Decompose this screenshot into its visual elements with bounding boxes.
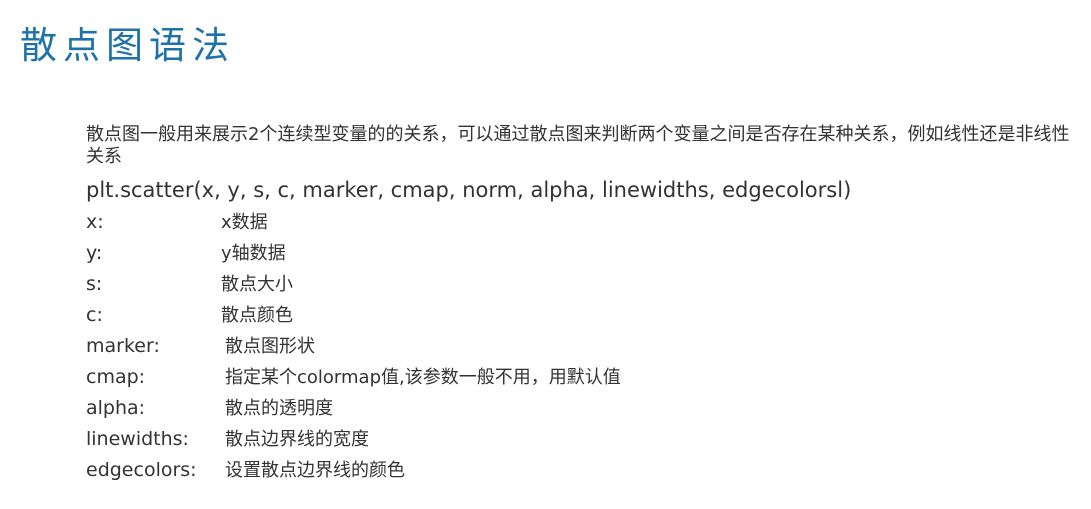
param-description: 散点图形状	[225, 336, 315, 357]
param-name: s:	[86, 273, 103, 295]
intro-paragraph: 散点图一般用来展示2个连续型变量的的关系，可以通过散点图来判断两个变量之间是否存…	[86, 124, 1070, 167]
param-name: c:	[86, 304, 103, 326]
param-name: cmap:	[86, 366, 146, 388]
param-description: 散点边界线的宽度	[225, 429, 369, 450]
param-name: marker:	[86, 335, 160, 357]
param-name: edgecolors:	[86, 459, 197, 481]
param-name: linewidths:	[86, 428, 189, 450]
param-name: alpha:	[86, 397, 146, 419]
param-description: 设置散点边界线的颜色	[225, 460, 405, 481]
function-signature: plt.scatter(x, y, s, c, marker, cmap, no…	[86, 178, 852, 202]
page-title: 散点图语法	[20, 24, 235, 67]
param-description: x数据	[221, 212, 268, 233]
param-name: x:	[86, 211, 104, 233]
param-description: 散点大小	[221, 274, 293, 295]
param-description: y轴数据	[221, 243, 286, 264]
param-description: 散点颜色	[221, 305, 293, 326]
param-name: y:	[86, 242, 103, 264]
param-description: 指定某个colormap值,该参数一般不用，用默认值	[225, 367, 621, 388]
param-description: 散点的透明度	[225, 398, 333, 419]
